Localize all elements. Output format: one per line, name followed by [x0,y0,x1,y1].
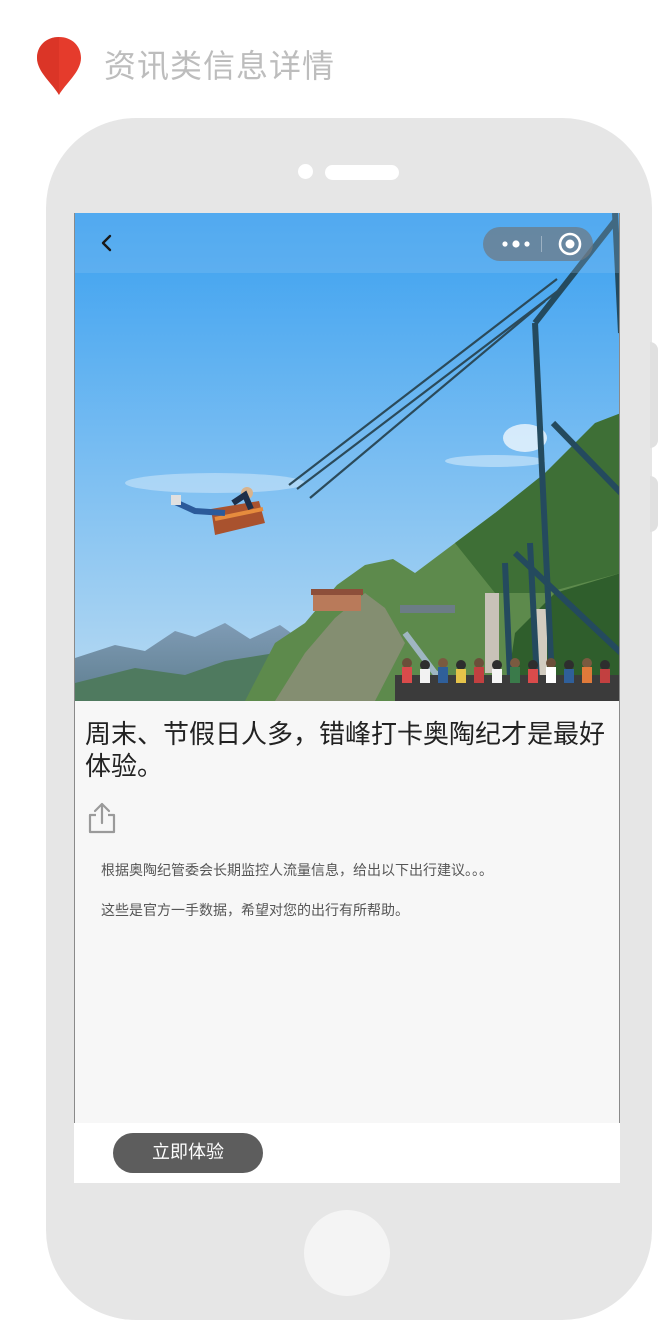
chevron-left-icon[interactable] [95,231,119,255]
article-paragraph: 这些是官方一手数据，希望对您的出行有所帮助。 [101,903,409,919]
bottom-action-bar: 立即体验 [74,1123,620,1183]
location-pin-icon [37,37,81,95]
phone-side-button-power [650,476,658,532]
capsule-menu [483,227,593,261]
phone-camera [298,164,313,179]
phone-speaker [325,165,399,180]
phone-home-button[interactable] [304,1210,390,1296]
try-now-button[interactable]: 立即体验 [113,1133,263,1173]
more-dots-icon[interactable] [493,227,539,261]
share-upload-icon[interactable] [85,801,119,835]
page-header: 资讯类信息详情 [0,0,658,110]
article-paragraph: 根据奥陶纪管委会长期监控人流量信息，给出以下出行建议。。。 [101,863,493,879]
article-title: 周末、节假日人多，错峰打卡奥陶纪才是最好体验。 [85,720,606,782]
capsule-divider [541,236,542,252]
app-screen: 周末、节假日人多，错峰打卡奥陶纪才是最好体验。 根据奥陶纪管委会长期监控人流量信… [74,213,620,1183]
phone-side-button-volume [650,342,658,448]
hero-image [75,213,619,701]
page-title: 资讯类信息详情 [104,47,336,85]
target-circle-icon[interactable] [553,227,587,261]
mini-program-navbar [75,213,619,273]
